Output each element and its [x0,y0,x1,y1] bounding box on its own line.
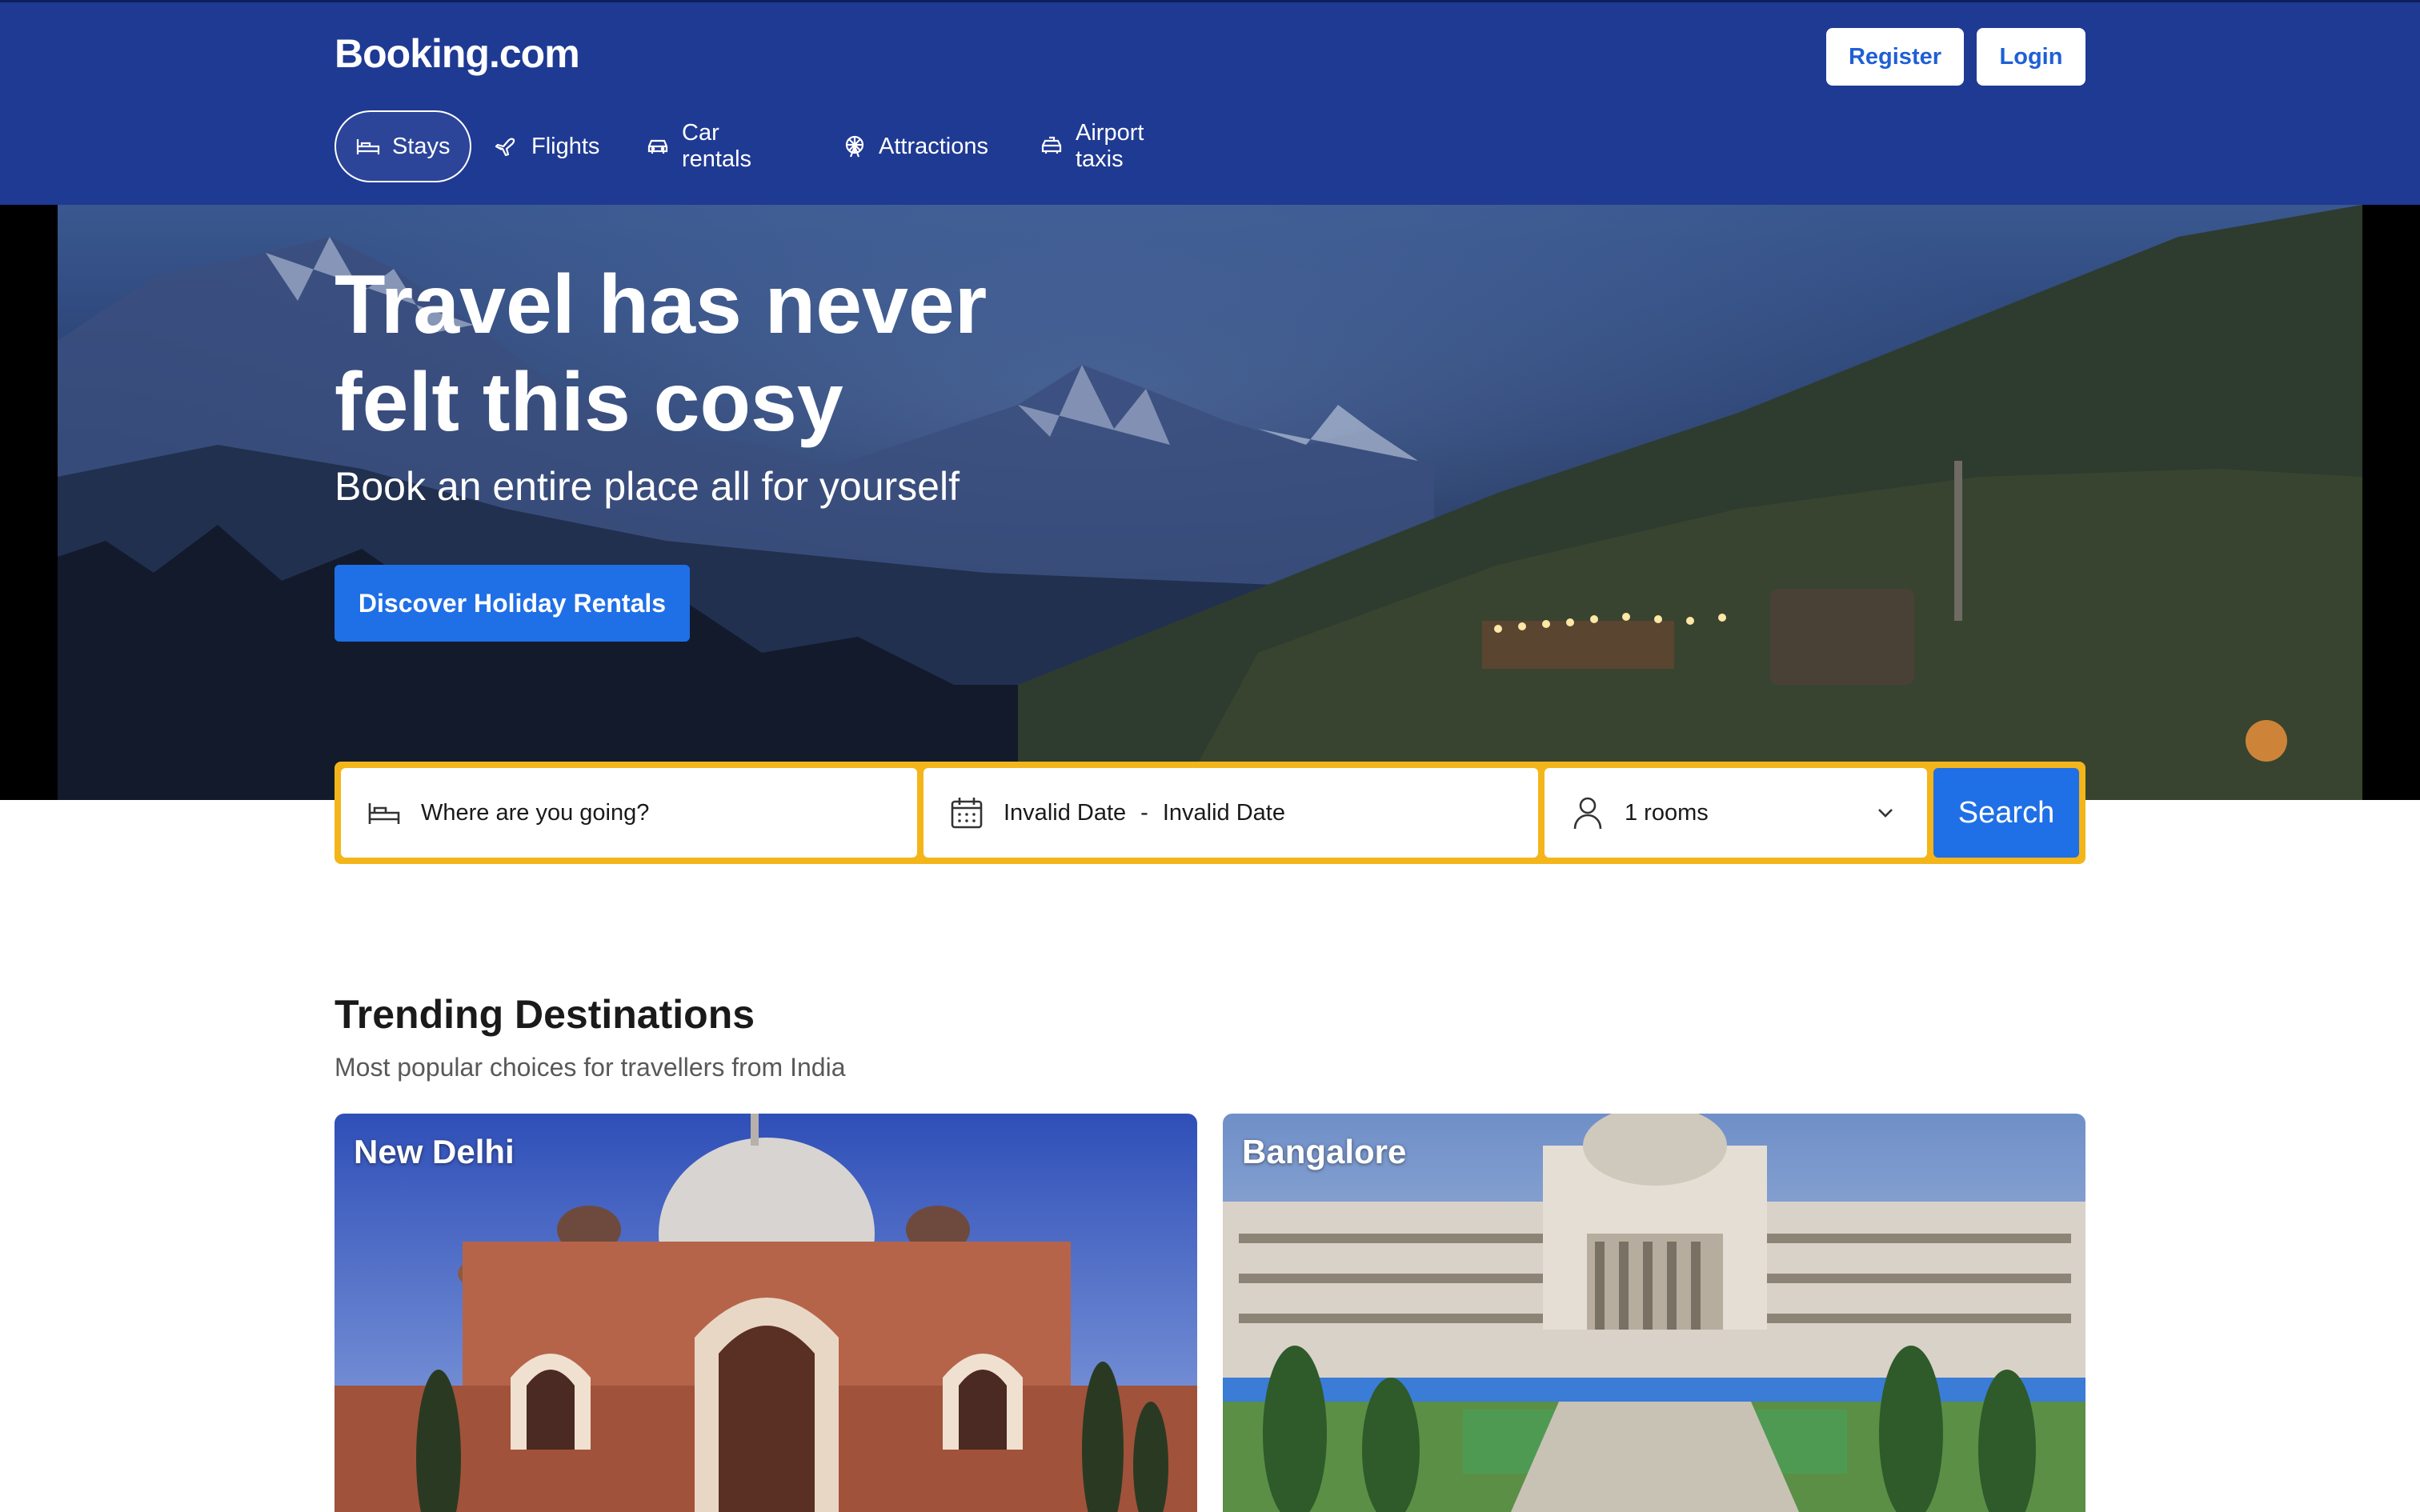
destination-field[interactable] [341,768,917,858]
trending-title: Trending Destinations [335,992,755,1037]
date-range-field[interactable]: Invalid Date - Invalid Date [924,768,1538,858]
destination-name: New Delhi [354,1133,515,1170]
destination-card-bangalore[interactable]: Bangalore [1223,1114,2085,1512]
hero-title-line-1: Travel has never [335,258,988,351]
rooms-value: 1 rooms [1625,799,1709,826]
booking-logo[interactable]: Booking.com [335,30,580,78]
new-delhi-image [335,1114,1197,1512]
ferris-wheel-icon [842,134,867,159]
plane-icon [495,134,520,159]
nav-tab-attractions[interactable]: Attractions [842,110,988,182]
nav-tab-flights[interactable]: Flights [495,110,599,182]
destination-input[interactable] [421,781,853,845]
nav-tab-label: Stays [392,133,451,159]
login-button[interactable]: Login [1977,28,2085,86]
bed-icon [365,794,403,832]
trending-subtitle: Most popular choices for travellers from… [335,1053,846,1082]
hero-title-line-2: felt this cosy [335,356,843,449]
check-in-date[interactable]: Invalid Date [1004,800,1126,826]
register-button[interactable]: Register [1826,28,1964,86]
nav-tab-label: Flights [531,133,600,159]
chevron-down-icon [1873,800,1898,826]
nav-tab-label: Car rentals [682,120,752,172]
check-out-date[interactable]: Invalid Date [1163,800,1285,826]
nav-tab-stays[interactable]: Stays [335,110,471,182]
person-icon [1569,794,1607,832]
rooms-selector[interactable]: 1 rooms [1545,768,1927,858]
bangalore-image [1223,1114,2085,1512]
nav-tab-label: Attractions [879,133,988,159]
hero-subtitle: Book an entire place all for yourself [335,464,960,509]
car-icon [645,134,671,159]
nav-tab-label: Airport taxis [1076,120,1144,172]
nav-tab-airport-taxis[interactable]: Airport taxis [1039,110,1144,182]
site-header: Booking.com Register Login Stays Flights [0,0,2420,205]
destination-name: Bangalore [1242,1133,1407,1170]
date-separator: - [1140,799,1148,826]
nav-tab-car-rentals[interactable]: Car rentals [645,110,751,182]
bed-icon [355,134,381,159]
hero-banner: Travel has never felt this cosy Book an … [0,205,2420,800]
taxi-icon [1039,134,1064,159]
search-button[interactable]: Search [1933,768,2079,858]
search-bar: Invalid Date - Invalid Date 1 rooms Sear… [335,762,2085,864]
calendar-icon [948,794,986,832]
destination-card-new-delhi[interactable]: New Delhi [335,1114,1197,1512]
discover-holiday-rentals-button[interactable]: Discover Holiday Rentals [335,565,690,642]
hero-title: Travel has never felt this cosy [335,256,1135,451]
